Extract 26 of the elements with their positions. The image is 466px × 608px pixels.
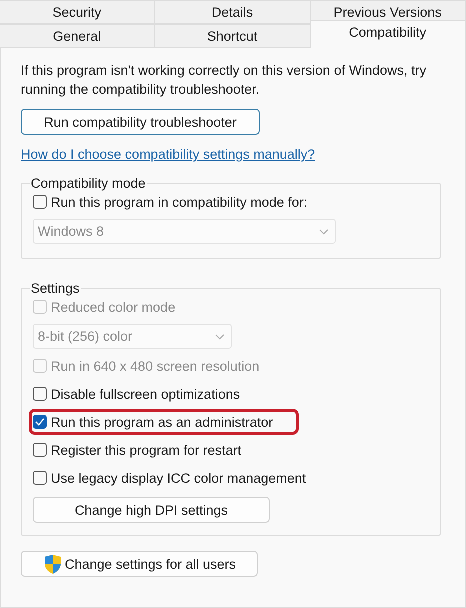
checkbox[interactable] xyxy=(33,195,47,209)
all-users-button[interactable]: Change settings for all users xyxy=(21,551,258,577)
checkbox-label[interactable]: Run this program as an administrator xyxy=(51,414,274,430)
group-title: Settings xyxy=(30,281,81,296)
tab[interactable]: Details xyxy=(155,0,311,24)
tab[interactable]: General xyxy=(0,24,156,48)
checkbox-label[interactable]: Run this program in compatibility mode for: xyxy=(51,194,308,210)
check-icon xyxy=(35,418,45,426)
checkbox-label[interactable]: Disable fullscreen optimizations xyxy=(51,386,240,402)
tab[interactable]: Security xyxy=(0,0,156,24)
group-title: Compatibility mode xyxy=(30,176,147,191)
dpi-settings-button[interactable]: Change high DPI settings xyxy=(33,497,270,523)
checkbox-label[interactable]: Register this program for restart xyxy=(51,442,242,458)
tab[interactable]: Compatibility xyxy=(310,20,466,48)
tab[interactable]: Shortcut xyxy=(155,24,311,48)
checkbox-label[interactable]: Use legacy display ICC color management xyxy=(51,470,306,486)
shield-icon xyxy=(42,554,63,574)
checkbox[interactable] xyxy=(33,415,47,429)
chevron-icon xyxy=(319,228,329,234)
chevron-icon xyxy=(215,334,225,340)
intro-text: If this program isn't working correctly on this version of Windows, try running the compatibility troubleshooter. xyxy=(21,62,428,99)
troubleshooter-button[interactable]: Run compatibility troubleshooter xyxy=(21,109,260,135)
checkbox[interactable] xyxy=(33,443,47,457)
checkbox[interactable] xyxy=(33,471,47,485)
checkbox[interactable] xyxy=(33,387,47,401)
help-link[interactable]: How do I choose compatibility settings manually? xyxy=(21,147,316,162)
